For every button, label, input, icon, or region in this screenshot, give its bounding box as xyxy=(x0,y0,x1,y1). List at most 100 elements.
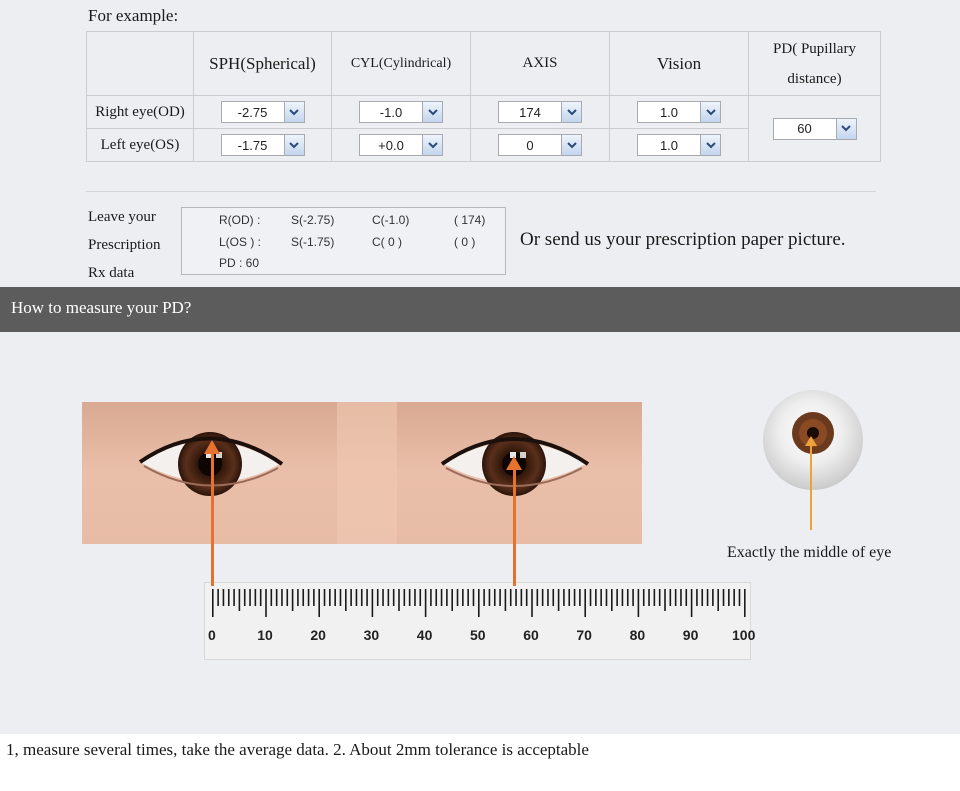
ruler-tick xyxy=(712,589,714,606)
ruler-tick xyxy=(265,589,267,617)
vision-value-os: 1.0 xyxy=(659,137,679,153)
chevron-down-icon xyxy=(700,135,720,155)
ruler-tick xyxy=(382,589,384,606)
ruler-tick xyxy=(355,589,358,606)
os-label: L(OS ) : xyxy=(219,235,262,249)
empty-header-cell xyxy=(86,31,194,96)
ruler-tick xyxy=(286,589,289,606)
chevron-down-icon xyxy=(561,102,581,122)
ruler-tick xyxy=(531,589,533,617)
ruler-tick xyxy=(488,589,491,606)
ruler-tick xyxy=(547,589,549,606)
ruler-tick xyxy=(552,589,555,606)
eyes-photo xyxy=(82,402,642,544)
ruler-tick xyxy=(701,589,704,606)
pd-select[interactable]: 60 xyxy=(772,117,857,140)
axis-select-os[interactable]: 0 xyxy=(498,134,582,156)
ruler-tick xyxy=(435,589,438,606)
cyl-value-od: -1.0 xyxy=(379,104,403,120)
arrow-up-icon xyxy=(506,456,522,470)
vision-cell-os: 1.0 xyxy=(609,128,749,162)
ruler-ticks xyxy=(212,589,746,617)
table-header-row: SPH(Spherical) CYL(Cylindrical) AXIS Vis… xyxy=(86,31,881,96)
ruler-label: 20 xyxy=(310,627,326,643)
os-sph: S(-1.75) xyxy=(291,235,335,249)
ruler-tick xyxy=(318,589,320,617)
sph-value-od: -2.75 xyxy=(237,104,268,120)
footer-note: 1, measure several times, take the avera… xyxy=(0,734,960,791)
ruler-tick xyxy=(334,589,336,606)
cyl-header: CYL(Cylindrical) xyxy=(331,31,471,96)
axis-select-od[interactable]: 174 xyxy=(498,101,582,123)
arrow-up-icon xyxy=(204,440,220,454)
ruler-tick xyxy=(212,589,214,617)
chevron-down-icon xyxy=(422,102,442,122)
prescription-label-line3: Rx data xyxy=(88,265,135,281)
ruler-tick-marks xyxy=(212,589,746,617)
ruler-tick xyxy=(446,589,448,606)
arrow-up-icon xyxy=(805,436,817,446)
ruler-tick xyxy=(642,589,645,606)
ruler-tick xyxy=(414,589,416,606)
cyl-value-os: +0.0 xyxy=(378,137,404,153)
ruler-tick xyxy=(728,589,730,606)
ruler-tick xyxy=(376,589,379,606)
pd-header-line1: PD( Pupillary xyxy=(773,40,856,57)
ruler-tick xyxy=(456,589,459,606)
ruler-tick xyxy=(238,589,241,611)
ruler-tick xyxy=(366,589,368,606)
cyl-cell-os: +0.0 xyxy=(331,128,471,162)
chevron-down-icon xyxy=(283,102,304,122)
ruler-tick xyxy=(478,589,480,617)
pd-cell: 60 xyxy=(748,95,881,162)
ruler-tick xyxy=(680,589,682,606)
prescription-textarea[interactable]: R(OD) : S(-2.75) C(-1.0) ( 174) L(OS ) :… xyxy=(181,207,506,275)
section-header-bar: How to measure your PD? xyxy=(0,287,960,332)
axis-cell-od: 174 xyxy=(470,95,610,129)
chevron-down-icon xyxy=(835,118,856,139)
ruler-tick xyxy=(536,589,539,606)
ruler-tick xyxy=(302,589,305,606)
ruler-tick xyxy=(392,589,395,606)
row-label-right-eye: Right eye(OD) xyxy=(86,95,194,129)
ruler-tick xyxy=(605,589,608,606)
ruler-label: 50 xyxy=(470,627,486,643)
od-label: R(OD) : xyxy=(219,213,261,227)
ruler-tick xyxy=(483,589,485,606)
ruler-tick xyxy=(387,589,390,606)
pd-line: PD : 60 xyxy=(219,256,260,270)
ruler-tick xyxy=(637,589,640,617)
ruler-tick xyxy=(403,589,406,606)
ruler-label: 90 xyxy=(682,627,699,643)
ruler-label: 100 xyxy=(732,627,756,643)
ruler-tick xyxy=(227,589,230,606)
ruler-tick xyxy=(600,589,602,606)
os-cyl: C( 0 ) xyxy=(372,235,402,249)
right-eye-pointer-line xyxy=(211,452,214,586)
cyl-select-os[interactable]: +0.0 xyxy=(359,134,443,156)
ruler-tick xyxy=(254,589,257,606)
cyl-select-od[interactable]: -1.0 xyxy=(359,101,443,123)
prescription-label-line2: Prescription xyxy=(88,237,161,253)
vision-select-od[interactable]: 1.0 xyxy=(637,101,721,123)
ruler-tick xyxy=(611,589,613,611)
ruler-tick xyxy=(717,589,719,611)
sph-select-os[interactable]: -1.75 xyxy=(220,134,305,156)
od-sph: S(-2.75) xyxy=(291,213,335,227)
ruler-tick xyxy=(419,589,422,606)
axis-value-os: 0 xyxy=(526,137,534,153)
ruler-tick xyxy=(706,589,709,606)
sph-select-od[interactable]: -2.75 xyxy=(220,101,305,123)
vision-select-os[interactable]: 1.0 xyxy=(637,134,721,156)
ruler-tick xyxy=(658,589,661,606)
ruler-tick xyxy=(690,589,693,617)
ruler-tick xyxy=(329,589,331,606)
prescription-example-section: For example: SPH(Spherical) CYL(Cylindri… xyxy=(0,0,960,287)
ruler-tick xyxy=(217,589,219,606)
od-axis: ( 174) xyxy=(454,213,486,227)
ruler-tick xyxy=(430,589,432,606)
ruler-tick xyxy=(291,589,294,611)
ruler-tick xyxy=(259,589,262,606)
ruler-tick xyxy=(270,589,273,606)
sph-cell-od: -2.75 xyxy=(193,95,332,129)
